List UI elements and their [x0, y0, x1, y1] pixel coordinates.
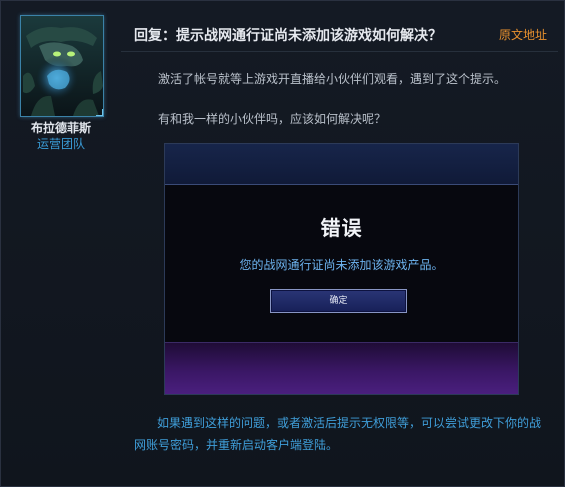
post-paragraph: 有和我一样的小伙伴吗，应该如何解决呢？	[158, 112, 387, 126]
dialog-footer-band	[165, 342, 518, 394]
solution-line: 如果遇到这样的问题，或者激活后提示无权限等，可以尝试更改下你的战	[157, 416, 542, 430]
avatar-image	[21, 16, 103, 116]
post-paragraph: 激活了帐号就等上游戏开直播给小伙伴们观看，遇到了这个提示。	[158, 72, 507, 86]
avatar[interactable]	[20, 15, 104, 117]
error-title: 错误	[320, 216, 363, 240]
source-link[interactable]: 原文地址	[499, 26, 547, 43]
title-divider	[121, 51, 558, 52]
error-screenshot: 错误 您的战网通行证尚未添加该游戏产品。 确定	[164, 143, 519, 395]
solution-line: 网账号密码，并重新启动客户端登陆。	[134, 438, 339, 452]
post-title: 回复：提示战网通行证尚未添加该游戏如何解决？	[134, 28, 442, 44]
author-name[interactable]: 布拉德菲斯	[1, 119, 121, 136]
post-container: 布拉德菲斯 运营团队 回复：提示战网通行证尚未添加该游戏如何解决？ 原文地址 激…	[0, 0, 565, 487]
dialog-header-band	[165, 144, 518, 185]
ok-button: 确定	[270, 289, 407, 313]
author-role[interactable]: 运营团队	[1, 135, 121, 152]
solution-paragraph: 如果遇到这样的问题，或者激活后提示无权限等，可以尝试更改下你的战 网账号密码，并…	[134, 412, 549, 456]
error-message: 您的战网通行证尚未添加该游戏产品。	[239, 258, 444, 272]
